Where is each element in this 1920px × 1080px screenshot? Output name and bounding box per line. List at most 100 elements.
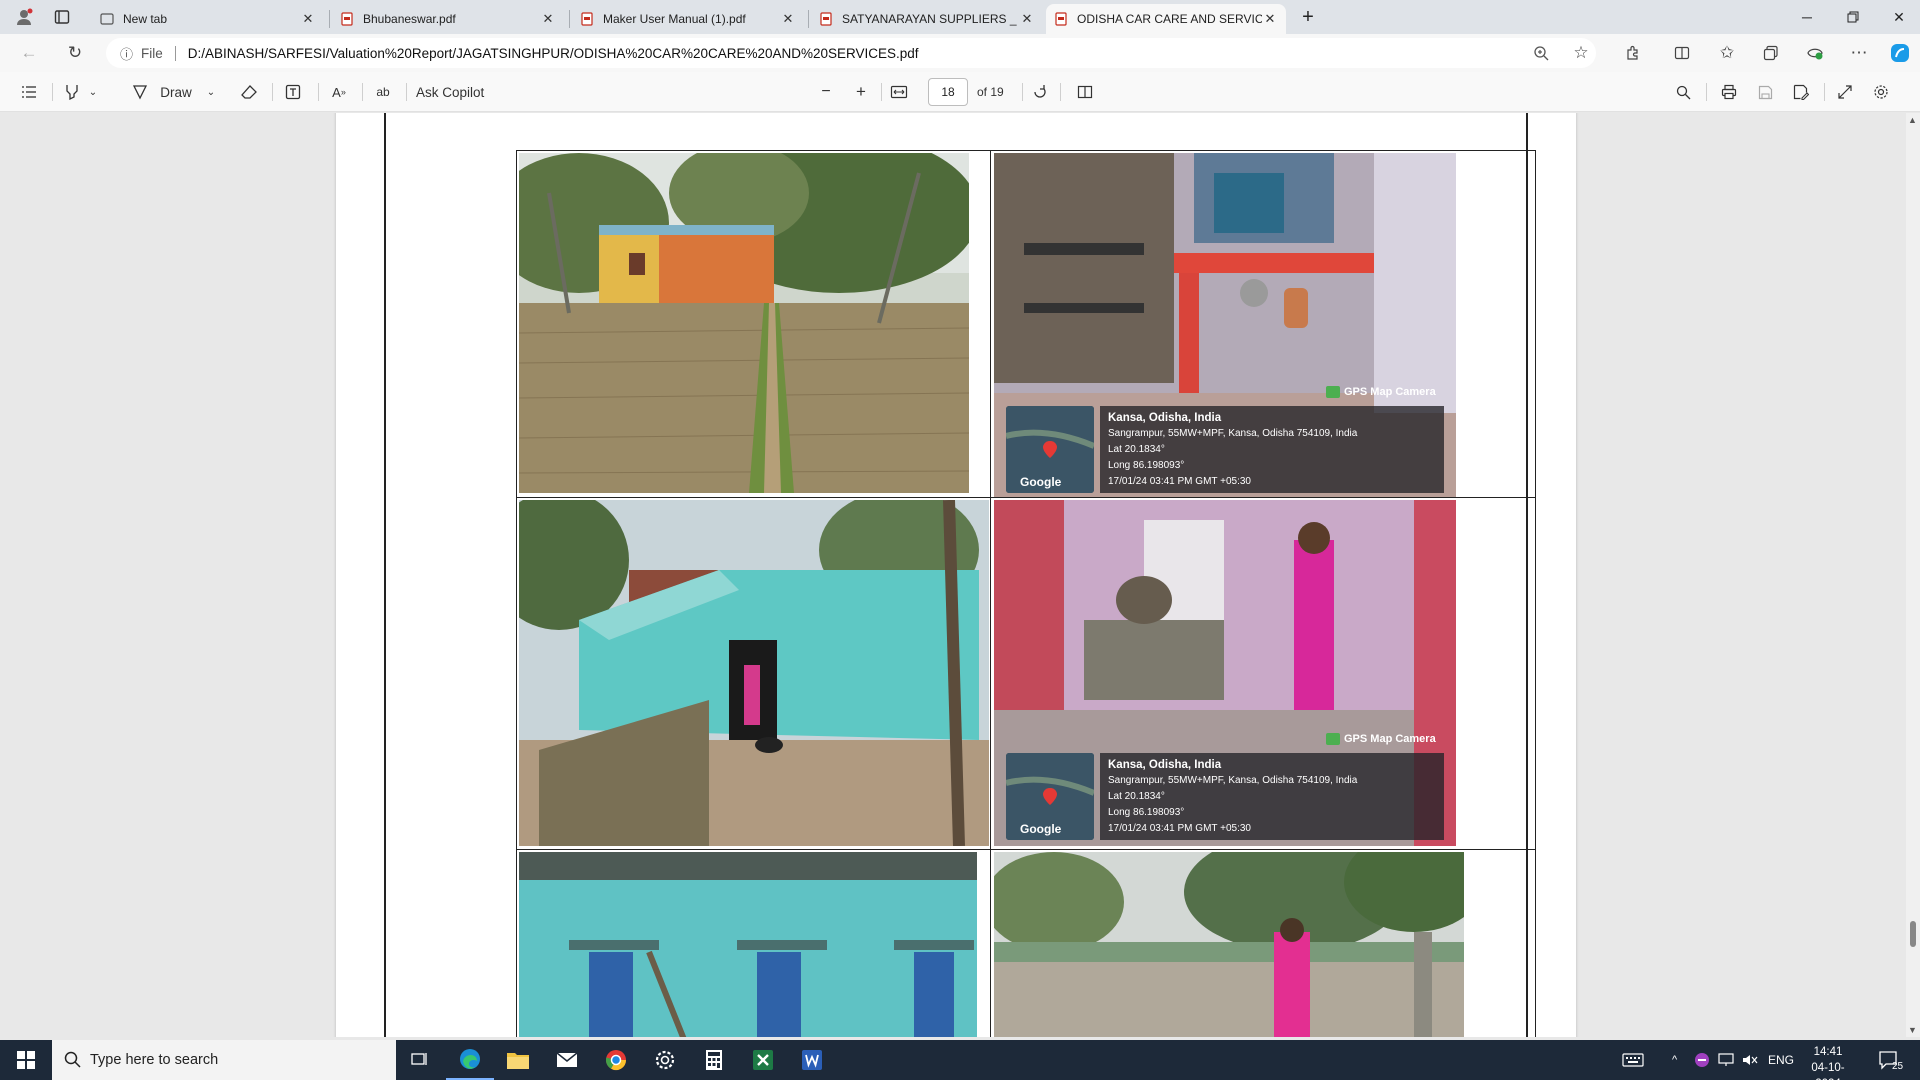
scroll-down-icon[interactable]: ▼ [1908,1025,1917,1035]
pdf-viewer[interactable]: Google GPS Map Camera Kansa, Odisha, Ind… [0,113,1906,1037]
window-close-icon[interactable]: ✕ [1876,0,1920,34]
task-view-icon[interactable] [396,1040,444,1080]
gps-place: Kansa, Odisha, India [1108,412,1222,424]
notifications-icon[interactable]: 25 [1878,1040,1903,1080]
edge-browser-icon[interactable] [446,1040,494,1080]
settings-more-icon[interactable]: ⋯ [1844,39,1874,67]
scroll-up-icon[interactable]: ▲ [1908,115,1917,125]
zoom-icon[interactable] [1526,39,1556,67]
chevron-down-icon[interactable]: ⌄ [86,79,100,105]
eraser-icon[interactable] [236,79,262,105]
translate-icon[interactable]: ab [370,79,396,105]
restore-icon[interactable] [1830,0,1876,34]
back-icon[interactable]: ← [14,39,44,67]
mail-icon[interactable] [543,1040,591,1080]
file-explorer-icon[interactable] [494,1040,542,1080]
gear-icon[interactable] [1868,79,1894,105]
contents-list-icon[interactable] [16,79,42,105]
page-number-input[interactable]: 18 [928,78,968,106]
refresh-icon[interactable]: ↻ [60,39,90,67]
fit-width-icon[interactable] [886,79,912,105]
address-protocol: File [141,45,176,61]
address-bar[interactable]: ⓘ File D:/ABINASH/SARFESI/Valuation%20Re… [106,38,1596,68]
tab-bhubaneswar[interactable]: Bhubaneswar.pdf ✕ [332,4,564,34]
taskbar-search-input[interactable]: Type here to search [52,1040,396,1080]
windows-start-icon[interactable] [2,1040,50,1080]
newtab-icon [100,12,114,26]
print-icon[interactable] [1716,79,1742,105]
table-rule [516,497,1536,498]
draw-label[interactable]: Draw [156,79,196,105]
excel-icon[interactable] [739,1040,787,1080]
word-icon[interactable] [788,1040,836,1080]
extensions-icon[interactable] [1618,39,1648,67]
profile-icon[interactable] [4,0,44,34]
network-icon[interactable] [1718,1040,1734,1080]
close-icon[interactable]: ✕ [780,11,796,27]
close-icon[interactable]: ✕ [540,11,556,27]
calculator-icon[interactable] [690,1040,738,1080]
info-icon[interactable]: ⓘ [120,44,133,63]
fullscreen-icon[interactable] [1832,79,1858,105]
collections-icon[interactable] [1756,39,1786,67]
keyboard-icon[interactable] [1622,1040,1644,1080]
search-placeholder: Type here to search [90,1052,219,1068]
tab-new-tab[interactable]: New tab ✕ [92,4,324,34]
new-tab-plus-icon[interactable]: + [1286,0,1330,34]
close-icon[interactable]: ✕ [300,11,316,27]
highlight-icon[interactable] [60,79,84,105]
chevron-down-icon[interactable]: ⌄ [204,79,218,105]
tab-divider [329,10,330,28]
text-box-icon[interactable] [280,79,306,105]
google-map-label: Google [1020,475,1062,489]
read-aloud-icon[interactable]: A» [326,79,352,105]
settings-gear-icon[interactable] [641,1040,689,1080]
save-as-icon[interactable] [1788,79,1814,105]
rotate-icon[interactable] [1028,79,1052,105]
tab-label: ODISHA CAR CARE AND SERVICES [1077,12,1262,26]
tab-label: SATYANARAYAN SUPPLIERS _ KEN [842,12,1019,26]
search-icon[interactable] [1670,79,1696,105]
page-count: of 19 [977,85,1004,99]
antivirus-tray-icon[interactable] [1694,1040,1710,1080]
close-icon[interactable]: ✕ [1019,11,1035,27]
tab-label: New tab [123,12,168,26]
favorite-star-icon[interactable]: ☆ [1566,39,1596,67]
split-screen-icon[interactable] [1667,39,1697,67]
draw-icon[interactable] [128,79,152,105]
toolbar-divider [318,83,319,101]
tab-maker-user-manual[interactable]: Maker User Manual (1).pdf ✕ [572,4,804,34]
tray-chevron-up-icon[interactable]: ^ [1672,1040,1677,1080]
gps-datetime: 17/01/24 03:41 PM GMT +05:30 [1108,476,1251,487]
chrome-icon[interactable] [592,1040,640,1080]
language-indicator[interactable]: ENG [1768,1040,1794,1080]
clock-date: 04-10-2024 [1811,1062,1845,1080]
browser-essentials-icon[interactable] [1800,39,1830,67]
table-rule [516,849,1536,850]
scrollbar-thumb[interactable] [1910,921,1916,947]
ask-copilot-button[interactable]: Ask Copilot [416,79,496,105]
gps-minimap: Google [1006,406,1094,493]
table-rule [516,150,1536,151]
gps-address: Sangrampur, 55MW+MPF, Kansa, Odisha 7541… [1108,775,1358,786]
zoom-in-icon[interactable]: + [849,79,873,105]
pdf-toolbar: ⌄ Draw ⌄ A» ab Ask Copilot − + 18 of 19 [0,72,1920,112]
gps-camera-badge: GPS Map Camera [1326,386,1436,398]
volume-muted-icon[interactable] [1742,1040,1758,1080]
close-icon[interactable]: ✕ [1262,11,1278,27]
gps-info-overlay: Kansa, Odisha, India Sangrampur, 55MW+MP… [1100,753,1444,840]
tab-label: Bhubaneswar.pdf [363,12,456,26]
copilot-icon[interactable] [1885,39,1915,67]
site-photo-teal-house [519,500,989,846]
vertical-scrollbar[interactable]: ▲ ▼ [1906,113,1920,1037]
minimize-icon[interactable]: ─ [1784,0,1830,34]
page-view-icon[interactable] [1072,79,1098,105]
tab-satyanarayan-suppliers[interactable]: SATYANARAYAN SUPPLIERS _ KEN ✕ [811,4,1043,34]
tab-actions-icon[interactable] [42,0,82,34]
system-clock[interactable]: 14:41 04-10-2024 [1800,1044,1856,1080]
favorites-icon[interactable]: ✩ [1712,39,1742,67]
save-icon[interactable] [1752,79,1778,105]
zoom-out-icon[interactable]: − [814,79,838,105]
page-frame-line [1526,113,1528,1037]
tab-odisha-car-care[interactable]: ODISHA CAR CARE AND SERVICES ✕ [1046,4,1286,34]
